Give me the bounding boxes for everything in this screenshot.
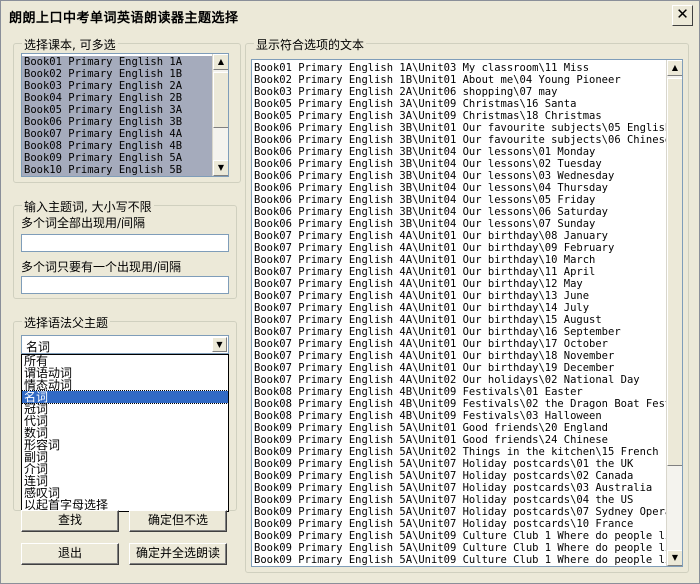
grammar-option[interactable]: 感叹词 [22,487,228,499]
result-line: Book06 Primary English 3B\Unit01 Our fav… [254,134,672,146]
result-line: Book09 Primary English 5A\Unit01 Good fr… [254,434,609,446]
chevron-down-icon[interactable]: ▼ [212,337,227,352]
result-line: Book08 Primary English 4B\Unit09 Festiva… [254,410,602,422]
any-word-label: 多个词只要有一个出现用/间隔 [21,260,182,274]
result-line: Book02 Primary English 1B\Unit01 About m… [254,74,621,86]
all-words-input[interactable] [21,234,229,252]
title-bar: 朗朗上口中考单词英语朗读器主题选择 ✕ [1,1,699,29]
result-line: Book07 Primary English 4A\Unit01 Our bir… [254,290,590,302]
result-line: Book07 Primary English 4A\Unit01 Our bir… [254,254,596,266]
find-button[interactable]: 查找 [21,510,119,532]
result-line: Book09 Primary English 5A\Unit02 Things … [254,446,659,458]
scroll-down-arrow-icon[interactable]: ▼ [213,160,228,176]
grammar-select-value: 名词 [26,340,51,354]
course-list-item[interactable]: Book01 Primary English 1A [22,56,228,68]
grammar-dropdown-list[interactable]: 所有 谓语动词 情态动词 名词 冠词 代词 数词 形容词 副词 介词 连词 感叹词 以起首字母选择 [21,354,229,512]
course-list-item[interactable]: Book08 Primary English 4B [22,140,228,152]
grammar-option[interactable]: 数词 [22,427,228,439]
result-line: Book07 Primary English 4A\Unit01 Our bir… [254,314,602,326]
result-line: Book09 Primary English 5A\Unit07 Holiday… [254,518,634,530]
course-list: Book01 Primary English 1A Book02 Primary … [22,54,228,176]
result-line: Book09 Primary English 5A\Unit09 Culture… [254,542,683,554]
result-line: Book01 Primary English 1A\Unit03 My clas… [254,62,590,74]
result-line: Book05 Primary English 3A\Unit09 Christm… [254,98,577,110]
result-line: Book06 Primary English 3B\Unit04 Our les… [254,146,596,158]
confirm-select-all-button[interactable]: 确定并全选朗读 [129,543,227,565]
result-line: Book05 Primary English 3A\Unit09 Christm… [254,110,602,122]
results-scroll-thumb[interactable] [667,78,682,466]
results-group-label: 显示符合选项的文本 [254,36,367,53]
result-line: Book07 Primary English 4A\Unit02 Our hol… [254,374,640,386]
result-line: Book07 Primary English 4A\Unit01 Our bir… [254,326,621,338]
grammar-option[interactable]: 名词 [21,390,229,404]
result-line: Book09 Primary English 5A\Unit07 Holiday… [254,458,634,470]
result-line: Book07 Primary English 4A\Unit01 Our bir… [254,242,615,254]
result-line: Book09 Primary English 5A\Unit01 Good fr… [254,422,609,434]
exit-button[interactable]: 退出 [21,543,119,565]
results-scroll-down-arrow-icon[interactable]: ▼ [667,550,682,566]
grammar-option[interactable]: 连词 [22,475,228,487]
result-line: Book09 Primary English 5A\Unit09 Culture… [254,530,683,542]
result-line: Book06 Primary English 3B\Unit04 Our les… [254,158,602,170]
close-button[interactable]: ✕ [672,5,693,26]
all-words-label: 多个词全部出现用/间隔 [21,216,146,230]
app-window: 朗朗上口中考单词英语朗读器主题选择 ✕ 选择课本, 可多选 Book01 Pri… [0,0,700,584]
result-line: Book09 Primary English 5A\Unit09 Culture… [254,554,683,566]
course-list-item[interactable]: Book02 Primary English 1B [22,68,228,80]
grammar-select[interactable]: 名词 ▼ [21,335,229,354]
window-title: 朗朗上口中考单词英语朗读器主题选择 [9,11,239,26]
results-textarea[interactable]: Book01 Primary English 1A\Unit03 My clas… [251,59,683,567]
result-line: Book09 Primary English 5A\Unit07 Holiday… [254,494,634,506]
course-listbox[interactable]: Book01 Primary English 1A Book02 Primary … [21,53,229,177]
course-group-label: 选择课本, 可多选 [22,36,118,53]
confirm-no-select-button[interactable]: 确定但不选 [129,510,227,532]
course-list-item[interactable]: Book07 Primary English 4A [22,128,228,140]
course-list-item[interactable]: Book03 Primary English 2A [22,80,228,92]
result-line: Book07 Primary English 4A\Unit01 Our bir… [254,266,596,278]
grammar-option[interactable]: 副词 [22,451,228,463]
grammar-option[interactable]: 谓语动词 [22,367,228,379]
result-line: Book09 Primary English 5A\Unit07 Holiday… [254,506,683,518]
course-scrollbar[interactable]: ▲ ▼ [212,54,228,176]
result-line: Book06 Primary English 3B\Unit04 Our les… [254,218,596,230]
result-line: Book07 Primary English 4A\Unit01 Our bir… [254,350,615,362]
grammar-option[interactable]: 代词 [22,415,228,427]
course-list-item[interactable]: Book05 Primary English 3A [22,104,228,116]
results-text: Book01 Primary English 1A\Unit03 My clas… [252,60,682,566]
result-line: Book06 Primary English 3B\Unit01 Our fav… [254,122,672,134]
course-list-item[interactable]: Book06 Primary English 3B [22,116,228,128]
grammar-option[interactable]: 冠词 [22,403,228,415]
grammar-option[interactable]: 情态动词 [22,379,228,391]
result-line: Book06 Primary English 3B\Unit04 Our les… [254,170,615,182]
result-line: Book08 Primary English 4B\Unit09 Festiva… [254,398,683,410]
scroll-up-arrow-icon[interactable]: ▲ [213,54,228,70]
result-line: Book07 Primary English 4A\Unit01 Our bir… [254,362,615,374]
course-list-item[interactable]: Book09 Primary English 5A [22,152,228,164]
result-line: Book03 Primary English 2A\Unit06 shoppin… [254,86,558,98]
result-line: Book07 Primary English 4A\Unit01 Our bir… [254,230,609,242]
result-line: Book08 Primary English 4B\Unit09 Festiva… [254,386,583,398]
result-line: Book06 Primary English 3B\Unit04 Our les… [254,206,609,218]
scroll-thumb[interactable] [213,72,228,128]
grammar-group-label: 选择语法父主题 [22,314,111,331]
result-line: Book09 Primary English 5A\Unit07 Holiday… [254,482,653,494]
grammar-option[interactable]: 介词 [22,463,228,475]
result-line: Book09 Primary English 5A\Unit07 Holiday… [254,470,634,482]
grammar-option[interactable]: 所有 [22,355,228,367]
results-scrollbar[interactable]: ▲ ▼ [666,60,682,566]
grammar-option[interactable]: 形容词 [22,439,228,451]
results-scroll-up-arrow-icon[interactable]: ▲ [667,60,682,76]
result-line: Book06 Primary English 3B\Unit04 Our les… [254,182,609,194]
course-list-item[interactable]: Book04 Primary English 2B [22,92,228,104]
result-line: Book06 Primary English 3B\Unit04 Our les… [254,194,596,206]
any-word-input[interactable] [21,276,229,294]
course-list-item[interactable]: Book10 Primary English 5B [22,164,228,176]
result-line: Book07 Primary English 4A\Unit01 Our bir… [254,302,590,314]
result-line: Book07 Primary English 4A\Unit01 Our bir… [254,338,609,350]
result-line: Book07 Primary English 4A\Unit01 Our bir… [254,278,583,290]
keyword-group-label: 输入主题词, 大小写不限 [22,198,154,215]
